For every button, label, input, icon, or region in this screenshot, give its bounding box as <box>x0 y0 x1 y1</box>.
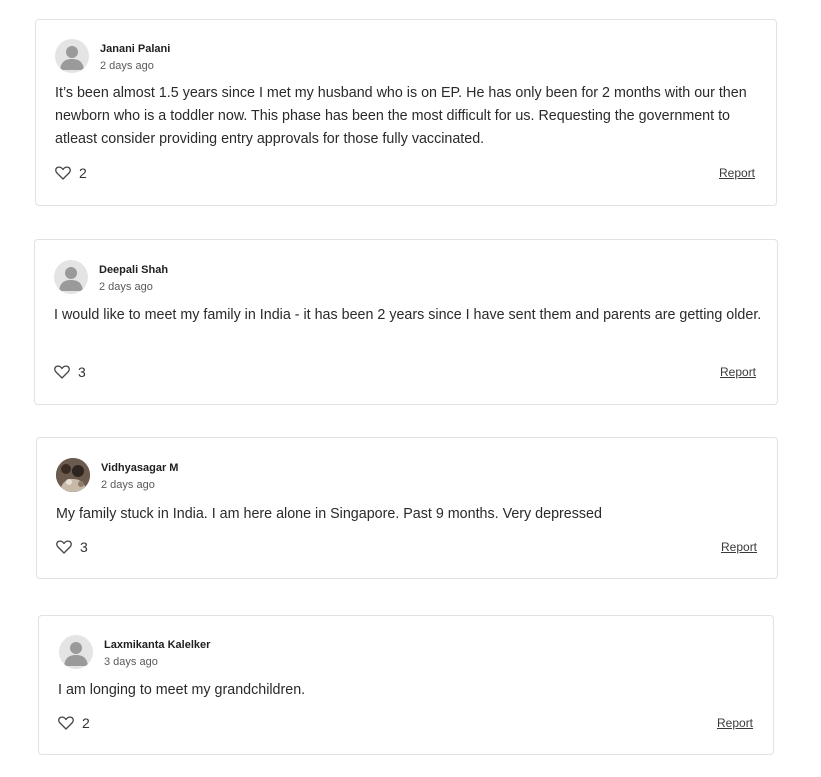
comment-author: Janani Palani <box>100 43 171 55</box>
default-user-icon <box>59 635 93 669</box>
heart-icon <box>54 365 70 379</box>
like-button[interactable]: 3 <box>54 364 86 380</box>
like-count: 2 <box>82 715 90 731</box>
comment-header: Vidhyasagar M 2 days ago <box>56 458 178 492</box>
like-count: 2 <box>79 165 87 181</box>
comment-author: Vidhyasagar M <box>101 462 179 474</box>
like-button[interactable]: 2 <box>58 715 90 731</box>
report-link[interactable]: Report <box>717 716 753 730</box>
comments-page: Janani Palani 2 days ago It’s been almos… <box>0 0 821 777</box>
comment-text: I am longing to meet my grandchildren. <box>58 682 306 698</box>
comment-text: It’s been almost 1.5 years since I met m… <box>55 85 747 147</box>
comment-author: Deepali Shah <box>99 264 169 276</box>
comment-text: I would like to meet my family in India … <box>54 307 762 323</box>
comment-date: 2 days ago <box>101 479 155 491</box>
like-button[interactable]: 2 <box>55 165 87 181</box>
user-photo-avatar <box>56 458 90 492</box>
report-link[interactable]: Report <box>721 540 757 554</box>
comment-card: Janani Palani 2 days ago It’s been almos… <box>35 19 777 206</box>
like-button[interactable]: 3 <box>56 539 88 555</box>
default-user-icon <box>54 260 88 294</box>
like-count: 3 <box>78 364 86 380</box>
comment-text: My family stuck in India. I am here alon… <box>56 506 602 522</box>
comment-date: 2 days ago <box>100 60 154 72</box>
report-link[interactable]: Report <box>720 365 756 379</box>
comment-header: Janani Palani 2 days ago <box>55 39 170 73</box>
comment-header: Laxmikanta Kalelker 3 days ago <box>59 635 210 669</box>
comment-card: Vidhyasagar M 2 days ago My family stuck… <box>36 437 778 579</box>
heart-icon <box>58 716 74 730</box>
like-count: 3 <box>80 539 88 555</box>
default-user-icon <box>55 39 89 73</box>
comment-date: 2 days ago <box>99 281 153 293</box>
heart-icon <box>55 166 71 180</box>
comment-date: 3 days ago <box>104 656 158 668</box>
heart-icon <box>56 540 72 554</box>
comment-card: Deepali Shah 2 days ago I would like to … <box>34 239 778 405</box>
comment-author: Laxmikanta Kalelker <box>104 639 211 651</box>
comment-card: Laxmikanta Kalelker 3 days ago I am long… <box>38 615 774 755</box>
report-link[interactable]: Report <box>719 166 755 180</box>
comment-header: Deepali Shah 2 days ago <box>54 260 168 294</box>
